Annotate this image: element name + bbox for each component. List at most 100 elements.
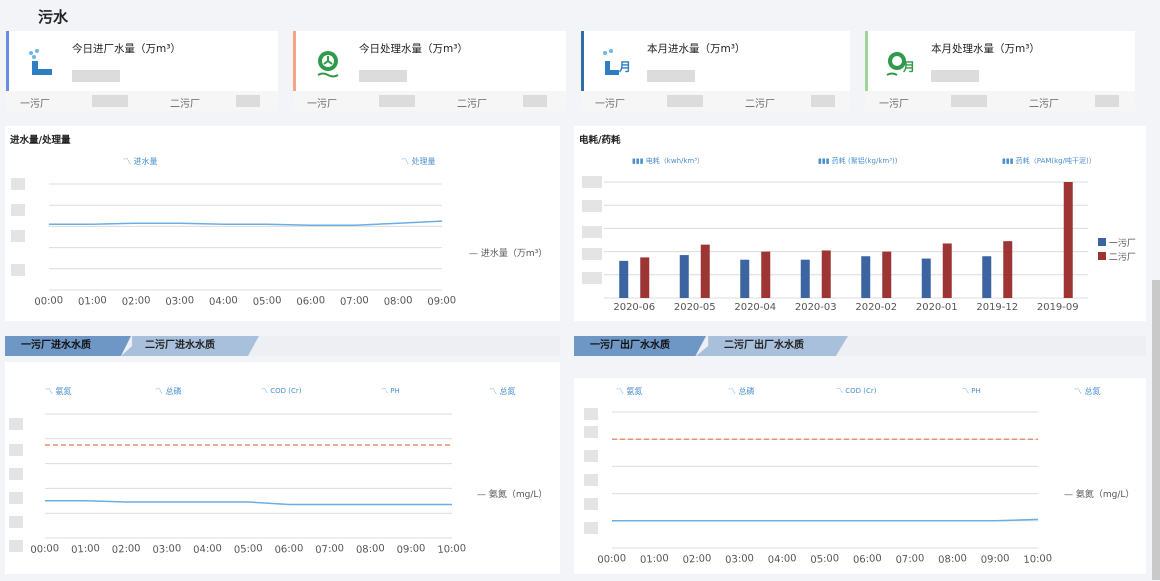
series-legend: — 氨氮（mg/L） bbox=[1064, 490, 1135, 500]
panel-energy: 电耗/药耗 ▮▮▮ 电耗（kwh/km³） ▮▮▮ 药耗 (絮铝(kg/km³)… bbox=[574, 126, 1146, 321]
plant1-label: 一污厂 bbox=[20, 99, 50, 110]
card-title: 今日处理水量（万m³） bbox=[359, 43, 468, 55]
card-value-blurred bbox=[931, 70, 979, 82]
x-tick-label: 07:00 bbox=[895, 553, 925, 566]
x-tick-label: 10:00 bbox=[1023, 553, 1053, 566]
series-line bbox=[49, 220, 443, 227]
x-tick-label: 09:00 bbox=[396, 543, 426, 556]
tab-plant2-inflow[interactable]: 二污厂进水水质 bbox=[121, 336, 259, 356]
water-line-chart: 00:00 01:00 02:00 03:00 04:00 05:00 06:00 07:00… bbox=[34, 183, 457, 308]
bar-plant1 bbox=[619, 260, 629, 298]
treatment-fan-icon bbox=[313, 47, 343, 79]
x-tick-label: 09:00 bbox=[427, 295, 457, 308]
x-tick-label: 2020-06 bbox=[613, 302, 655, 313]
bar-plant2 bbox=[640, 257, 650, 298]
x-tick-label: 2019-12 bbox=[976, 302, 1018, 313]
page-title: 污水 bbox=[38, 8, 69, 26]
plant2-value-blurred bbox=[811, 95, 835, 107]
card-today-treated: 今日处理水量（万m³） 一污厂 二污厂 bbox=[293, 31, 566, 111]
bar-plant2 bbox=[821, 250, 831, 298]
card-sub-row: 一污厂 二污厂 bbox=[865, 91, 1135, 111]
x-tick-label: 04:00 bbox=[209, 295, 239, 308]
inflow-quality-tabs: 一污厂进水水质 二污厂进水水质 bbox=[5, 336, 560, 356]
bar-plant1 bbox=[679, 255, 689, 298]
legend-plant2[interactable]: 二污厂 bbox=[1098, 250, 1136, 263]
plant1-value-blurred bbox=[951, 95, 987, 107]
legend-plant1[interactable]: 一污厂 bbox=[1098, 236, 1136, 249]
series-line bbox=[45, 500, 452, 506]
x-tick-label: 03:00 bbox=[165, 295, 195, 308]
bar-plant1 bbox=[982, 256, 992, 298]
x-tick-label: 2020-04 bbox=[734, 302, 776, 313]
x-tick-label: 07:00 bbox=[315, 543, 345, 556]
bar-plant2 bbox=[942, 243, 952, 298]
plant1-label: 一污厂 bbox=[595, 99, 625, 110]
x-tick-label: 05:00 bbox=[810, 553, 840, 566]
bar-plant1 bbox=[740, 259, 750, 298]
x-tick-label: 10:00 bbox=[437, 543, 467, 556]
monthly-tap-icon: 月 bbox=[601, 47, 631, 79]
card-value-blurred bbox=[647, 70, 695, 82]
x-tick-label: 04:00 bbox=[193, 543, 223, 556]
x-tick-label: 2020-05 bbox=[674, 302, 716, 313]
x-tick-label: 2019-09 bbox=[1037, 302, 1079, 313]
bar-plant2 bbox=[1063, 182, 1073, 298]
plant2-value-blurred bbox=[523, 95, 547, 107]
bar-plant1 bbox=[921, 258, 931, 298]
x-tick-label: 06:00 bbox=[296, 295, 326, 308]
plant1-value-blurred bbox=[667, 95, 703, 107]
card-title: 本月进水量（万m³） bbox=[647, 43, 746, 55]
x-tick-label: 06:00 bbox=[853, 553, 883, 566]
outflow-quality-chart: 00:00 01:00 02:00 03:00 04:00 05:00 06:00 07:00… bbox=[597, 411, 1053, 566]
x-tick-label: 02:00 bbox=[111, 543, 141, 556]
x-tick-label: 02:00 bbox=[121, 295, 151, 308]
bar-plant2 bbox=[882, 251, 892, 298]
panel-inflow-quality: 〽 氨氮 〽 总磷 〽 COD (Cr) 〽 PH 〽 总氮 00:00 01:0… bbox=[5, 362, 560, 574]
x-tick-label: 2020-01 bbox=[916, 302, 958, 313]
x-tick-label: 05:00 bbox=[252, 295, 282, 308]
plant2-value-blurred bbox=[1095, 95, 1119, 107]
page-scrollbar[interactable] bbox=[1152, 280, 1160, 580]
card-value-blurred bbox=[359, 70, 407, 82]
monthly-treatment-icon: 月 bbox=[885, 47, 915, 79]
x-tick-label: 07:00 bbox=[340, 295, 370, 308]
plant1-value-blurred bbox=[379, 95, 415, 107]
plant1-value-blurred bbox=[92, 95, 128, 107]
x-tick-label: 03:00 bbox=[152, 543, 182, 556]
x-tick-label: 00:00 bbox=[30, 543, 60, 556]
card-month-treated: 月 本月处理水量（万m³） 一污厂 二污厂 bbox=[865, 31, 1135, 111]
bar-plant2 bbox=[761, 251, 771, 298]
plant1-label: 一污厂 bbox=[879, 99, 909, 110]
x-tick-label: 08:00 bbox=[938, 553, 968, 566]
plant2-label: 二污厂 bbox=[170, 99, 200, 110]
x-tick-label: 01:00 bbox=[78, 295, 108, 308]
inflow-quality-chart: 00:00 01:00 02:00 03:00 04:00 05:00 06:00 07:00… bbox=[30, 413, 467, 556]
x-tick-label: 2020-03 bbox=[795, 302, 837, 313]
plant2-label: 二污厂 bbox=[457, 99, 487, 110]
plant2-label: 二污厂 bbox=[745, 99, 775, 110]
tab-plant1-inflow[interactable]: 一污厂进水水质 bbox=[5, 336, 131, 356]
x-tick-label: 04:00 bbox=[767, 553, 797, 566]
series-legend: — 进水量（万m³） bbox=[469, 249, 548, 259]
series-line bbox=[612, 518, 1039, 522]
tab-plant2-outflow[interactable]: 二污厂出厂水水质 bbox=[696, 336, 848, 356]
x-tick-label: 02:00 bbox=[682, 553, 712, 566]
svg-text:月: 月 bbox=[902, 60, 915, 74]
card-title: 本月处理水量（万m³） bbox=[931, 43, 1040, 55]
bar-plant2 bbox=[700, 244, 710, 298]
x-tick-label: 05:00 bbox=[234, 543, 264, 556]
bar-plant1 bbox=[800, 259, 810, 298]
panel-outflow-quality: 〽 氨氮 〽 总磷 〽 COD (Cr) 〽 PH 〽 总氮 00:00 01:0… bbox=[574, 378, 1146, 574]
bar-plant1 bbox=[861, 256, 871, 298]
series-legend: — 氨氮（mg/L） bbox=[477, 490, 548, 500]
plant2-value-blurred bbox=[236, 95, 260, 107]
card-month-inflow: 月 本月进水量（万m³） 一污厂 二污厂 bbox=[581, 31, 850, 111]
tab-plant1-outflow[interactable]: 一污厂出厂水水质 bbox=[574, 336, 706, 356]
svg-text:月: 月 bbox=[618, 60, 631, 74]
plant1-label: 一污厂 bbox=[307, 99, 337, 110]
x-tick-label: 2020-02 bbox=[855, 302, 897, 313]
energy-bar-chart: 2020-06 2020-05 2020-04 2020-03 2020-02 2020-… bbox=[604, 181, 1088, 313]
plant2-label: 二污厂 bbox=[1029, 99, 1059, 110]
card-sub-row: 一污厂 二污厂 bbox=[6, 91, 278, 111]
x-tick-label: 00:00 bbox=[34, 295, 64, 308]
